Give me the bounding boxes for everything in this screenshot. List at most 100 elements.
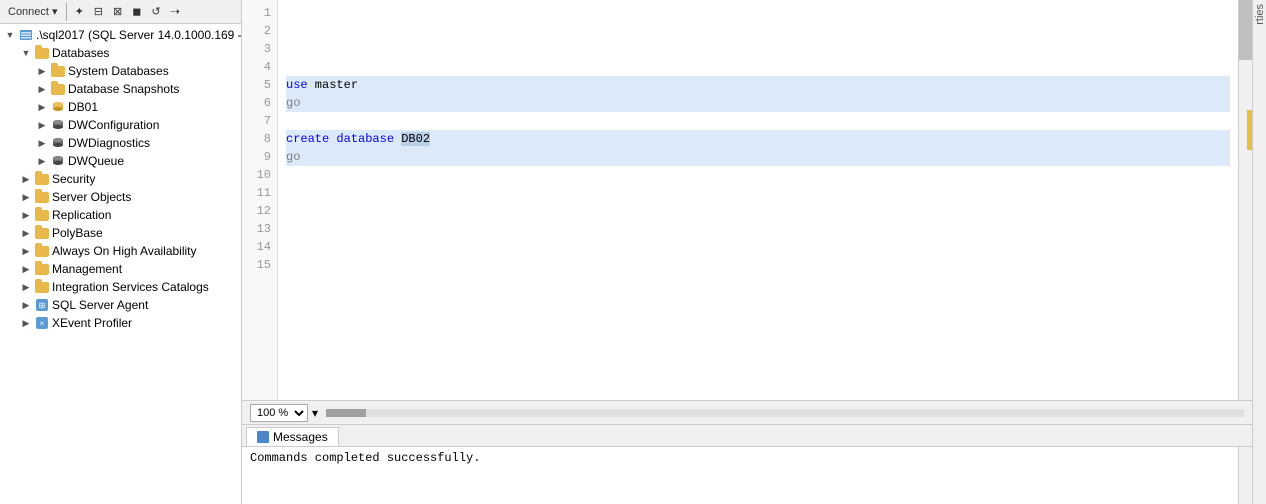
tree-item-db-snapshots[interactable]: ▶ Database Snapshots bbox=[0, 80, 241, 98]
dropdown-arrow: ▾ bbox=[52, 6, 58, 18]
tree-item-system-dbs[interactable]: ▶ System Databases bbox=[0, 62, 241, 80]
messages-tab[interactable]: Messages bbox=[246, 427, 339, 446]
connect-label: Connect bbox=[8, 6, 49, 18]
tree-item-management[interactable]: ▶ Management bbox=[0, 260, 241, 278]
tree-item-integration[interactable]: ▶ Integration Services Catalogs bbox=[0, 278, 241, 296]
tree-item-databases[interactable]: ▼ Databases bbox=[0, 44, 241, 62]
toggle-replication[interactable]: ▶ bbox=[18, 207, 34, 223]
code-line-12 bbox=[286, 202, 1230, 220]
line-num-7: 7 bbox=[242, 112, 271, 130]
sql-agent-icon: ⊞ bbox=[34, 297, 50, 313]
oe-toolbar: Connect ▾ ✦ ⊟ ⊠ ◼ ↺ ⇢ bbox=[0, 0, 241, 24]
tree-item-sql-agent[interactable]: ▶ ⊞ SQL Server Agent bbox=[0, 296, 241, 314]
messages-text: Commands completed successfully. bbox=[250, 451, 480, 465]
integration-label: Integration Services Catalogs bbox=[52, 280, 209, 294]
tree-item-dwconfig[interactable]: ▶ DWConfiguration bbox=[0, 116, 241, 134]
tree-item-polybase[interactable]: ▶ PolyBase bbox=[0, 224, 241, 242]
line-numbers: 1 2 3 4 5 6 7 8 9 10 11 12 13 14 bbox=[242, 0, 278, 400]
messages-tab-icon bbox=[257, 431, 269, 443]
tree-item-dwqueue[interactable]: ▶ DWQueue bbox=[0, 152, 241, 170]
new-query-button[interactable]: ✦ bbox=[71, 4, 88, 19]
server-icon bbox=[18, 27, 34, 43]
tree-item-server[interactable]: ▼ .\sql2017 (SQL Server 14.0.1000.169 - bbox=[0, 26, 241, 44]
code-line-2 bbox=[286, 22, 1230, 40]
line-num-6: 6 bbox=[242, 94, 271, 112]
db01-label: DB01 bbox=[68, 100, 98, 114]
toggle-databases[interactable]: ▼ bbox=[18, 45, 34, 61]
management-label: Management bbox=[52, 262, 122, 276]
connect-button[interactable]: Connect ▾ bbox=[4, 4, 62, 19]
vertical-scrollbar[interactable] bbox=[1238, 0, 1252, 400]
toggle-db-snapshots[interactable]: ▶ bbox=[34, 81, 50, 97]
toggle-integration[interactable]: ▶ bbox=[18, 279, 34, 295]
filter2-button[interactable]: ⊠ bbox=[109, 4, 126, 19]
zoom-bar: 100 % 75 % 150 % ▾ bbox=[242, 400, 1252, 424]
toggle-xevent[interactable]: ▶ bbox=[18, 315, 34, 331]
settings-button[interactable]: ⇢ bbox=[167, 4, 184, 19]
line-num-8: 8 bbox=[242, 130, 271, 148]
security-label: Security bbox=[52, 172, 95, 186]
integration-icon bbox=[34, 279, 50, 295]
line-num-9: 9 bbox=[242, 148, 271, 166]
messages-panel: Messages Commands completed successfully… bbox=[242, 424, 1252, 504]
code-editor[interactable]: use master go create database DB02 go bbox=[278, 0, 1238, 400]
tree-item-replication[interactable]: ▶ Replication bbox=[0, 206, 241, 224]
messages-scrollbar[interactable] bbox=[1238, 447, 1252, 504]
databases-folder-icon bbox=[34, 45, 50, 61]
code-line-15 bbox=[286, 256, 1230, 274]
toggle-system-dbs[interactable]: ▶ bbox=[34, 63, 50, 79]
tree-item-dwdiag[interactable]: ▶ DWDiagnostics bbox=[0, 134, 241, 152]
dwqueue-icon bbox=[50, 153, 66, 169]
server-label: .\sql2017 (SQL Server 14.0.1000.169 - bbox=[36, 28, 241, 42]
server-objects-icon bbox=[34, 189, 50, 205]
management-icon bbox=[34, 261, 50, 277]
line-num-14: 14 bbox=[242, 238, 271, 256]
toggle-dwconfig[interactable]: ▶ bbox=[34, 117, 50, 133]
replication-label: Replication bbox=[52, 208, 111, 222]
toggle-polybase[interactable]: ▶ bbox=[18, 225, 34, 241]
messages-tab-label: Messages bbox=[273, 430, 328, 444]
refresh-button[interactable]: ↺ bbox=[147, 4, 164, 19]
db-snapshots-icon bbox=[50, 81, 66, 97]
toggle-db01[interactable]: ▶ bbox=[34, 99, 50, 115]
toggle-dwqueue[interactable]: ▶ bbox=[34, 153, 50, 169]
tree-item-db01[interactable]: ▶ DB01 bbox=[0, 98, 241, 116]
line-num-11: 11 bbox=[242, 184, 271, 202]
line-num-12: 12 bbox=[242, 202, 271, 220]
messages-content: Commands completed successfully. bbox=[242, 447, 1238, 504]
code-line-1 bbox=[286, 4, 1230, 22]
scroll-thumb[interactable] bbox=[1239, 0, 1252, 60]
code-line-11 bbox=[286, 184, 1230, 202]
tree-item-always-on[interactable]: ▶ Always On High Availability bbox=[0, 242, 241, 260]
line-num-5: 5 bbox=[242, 76, 271, 94]
db01-icon bbox=[50, 99, 66, 115]
stop-button[interactable]: ◼ bbox=[128, 4, 145, 19]
messages-with-scroll: Commands completed successfully. bbox=[242, 447, 1252, 504]
system-dbs-label: System Databases bbox=[68, 64, 169, 78]
properties-sidebar: rties bbox=[1252, 0, 1266, 504]
toggle-management[interactable]: ▶ bbox=[18, 261, 34, 277]
tree-item-server-objects[interactable]: ▶ Server Objects bbox=[0, 188, 241, 206]
editor-content: 1 2 3 4 5 6 7 8 9 10 11 12 13 14 bbox=[242, 0, 1238, 400]
toggle-dwdiag[interactable]: ▶ bbox=[34, 135, 50, 151]
toggle-sql-agent[interactable]: ▶ bbox=[18, 297, 34, 313]
line-num-1: 1 bbox=[242, 4, 271, 22]
code-line-14 bbox=[286, 238, 1230, 256]
object-explorer: Connect ▾ ✦ ⊟ ⊠ ◼ ↺ ⇢ ▼ bbox=[0, 0, 242, 504]
dwdiag-label: DWDiagnostics bbox=[68, 136, 150, 150]
system-dbs-icon bbox=[50, 63, 66, 79]
zoom-select[interactable]: 100 % 75 % 150 % bbox=[250, 404, 308, 422]
code-line-10 bbox=[286, 166, 1230, 184]
dwconfig-icon bbox=[50, 117, 66, 133]
svg-text:×: × bbox=[40, 319, 45, 328]
tree-item-security[interactable]: ▶ Security bbox=[0, 170, 241, 188]
tree-item-xevent[interactable]: ▶ × XEvent Profiler bbox=[0, 314, 241, 332]
toggle-security[interactable]: ▶ bbox=[18, 171, 34, 187]
toggle-server-objects[interactable]: ▶ bbox=[18, 189, 34, 205]
line-num-13: 13 bbox=[242, 220, 271, 238]
toggle-always-on[interactable]: ▶ bbox=[18, 243, 34, 259]
xevent-label: XEvent Profiler bbox=[52, 316, 132, 330]
editor-area: 1 2 3 4 5 6 7 8 9 10 11 12 13 14 bbox=[242, 0, 1252, 424]
toggle-server[interactable]: ▼ bbox=[2, 27, 18, 43]
filter-button[interactable]: ⊟ bbox=[90, 4, 107, 19]
